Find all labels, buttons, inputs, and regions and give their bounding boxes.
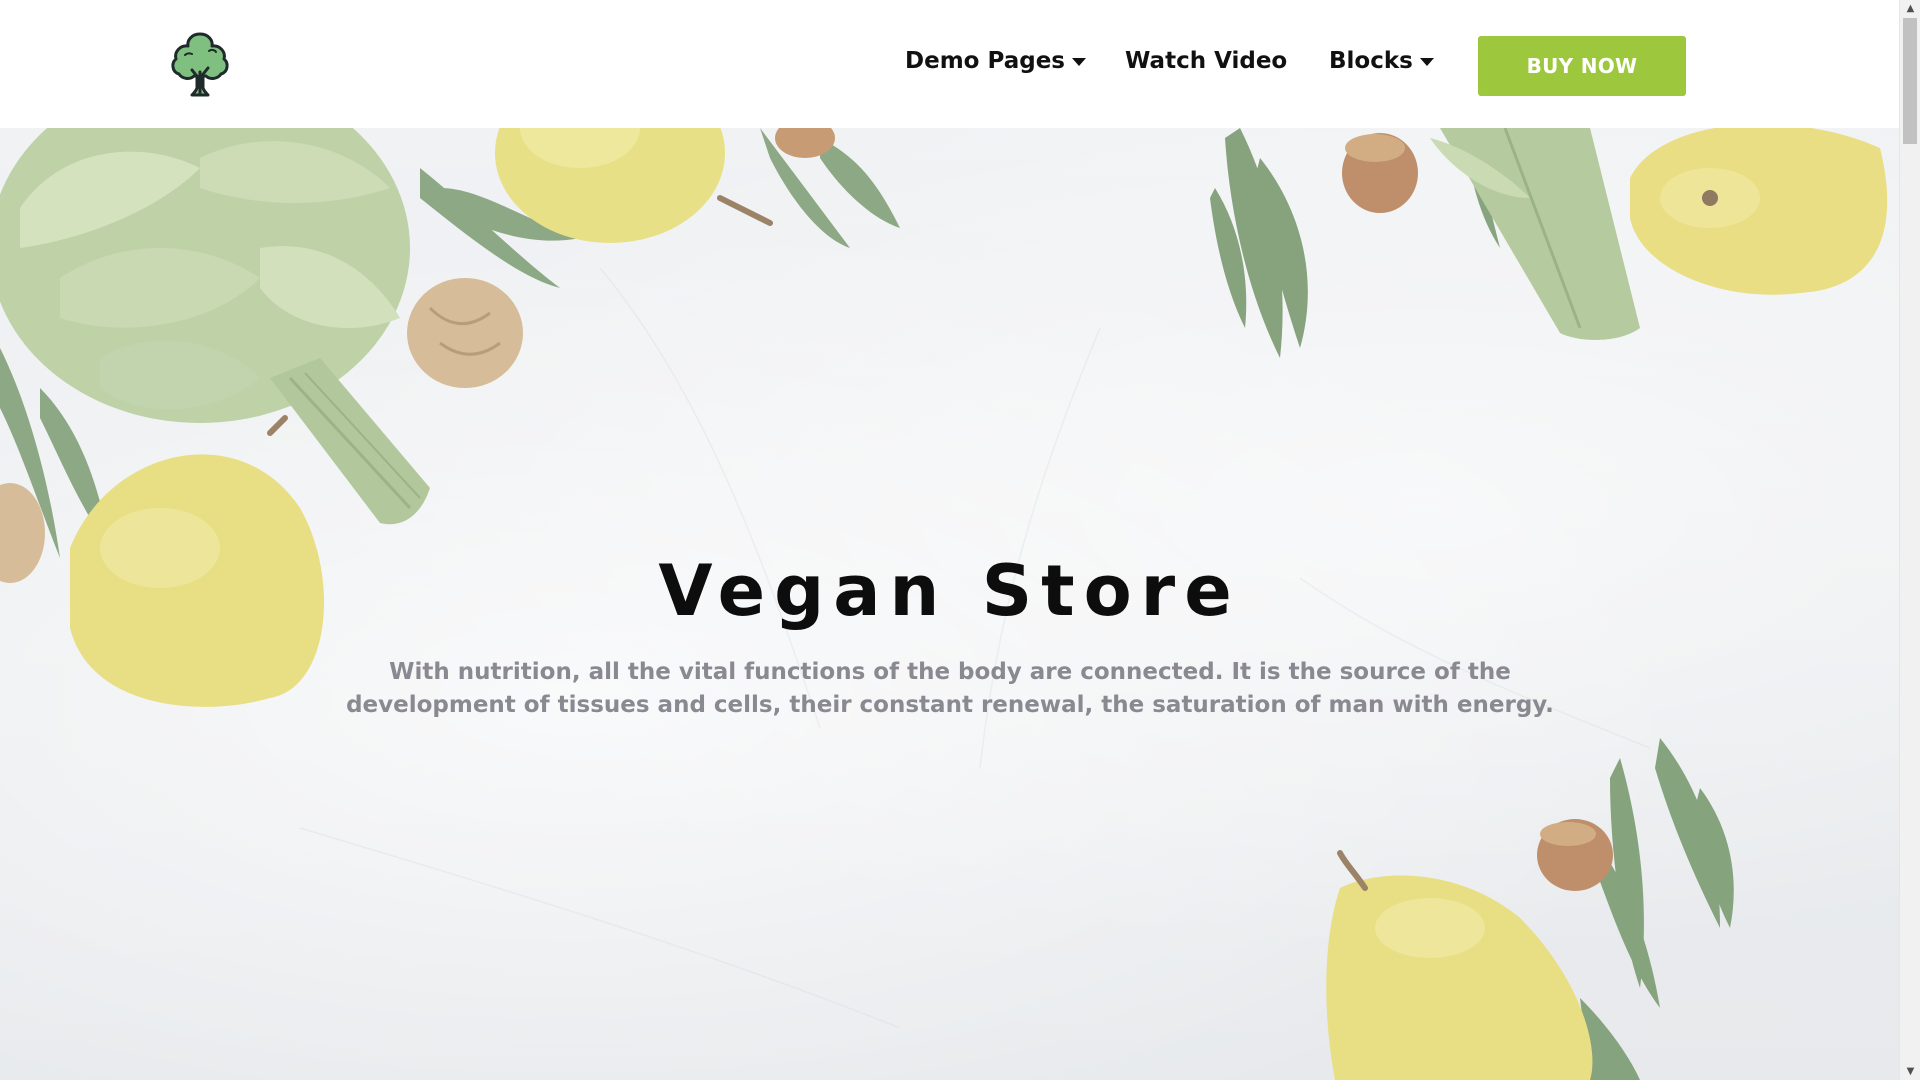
chevron-down-icon[interactable]: ▼ (1900, 1063, 1920, 1080)
nav-watch-video[interactable]: Watch Video (1125, 48, 1287, 74)
hero-description: With nutrition, all the vital functions … (346, 659, 1554, 718)
scrollbar-thumb[interactable] (1903, 18, 1917, 144)
vertical-scrollbar[interactable]: ▲ ▼ (1899, 0, 1920, 1080)
site-header: Demo Pages Watch Video Blocks BUY NOW (0, 0, 1899, 128)
hero-section: Vegan Store With nutrition, all the vita… (0, 128, 1899, 1080)
nav-demo-pages-label: Demo Pages (905, 48, 1065, 74)
chevron-up-icon[interactable]: ▲ (1900, 0, 1920, 17)
nav-watch-video-label: Watch Video (1125, 48, 1288, 74)
hero-title: Vegan Store (658, 550, 1241, 632)
nav-blocks-label: Blocks (1329, 48, 1413, 74)
caret-down-icon (1071, 58, 1086, 66)
nav-demo-pages[interactable]: Demo Pages (905, 48, 1086, 74)
nav-blocks[interactable]: Blocks (1329, 48, 1434, 74)
caret-down-icon (1419, 58, 1434, 66)
buy-now-button[interactable]: BUY NOW (1478, 36, 1686, 96)
